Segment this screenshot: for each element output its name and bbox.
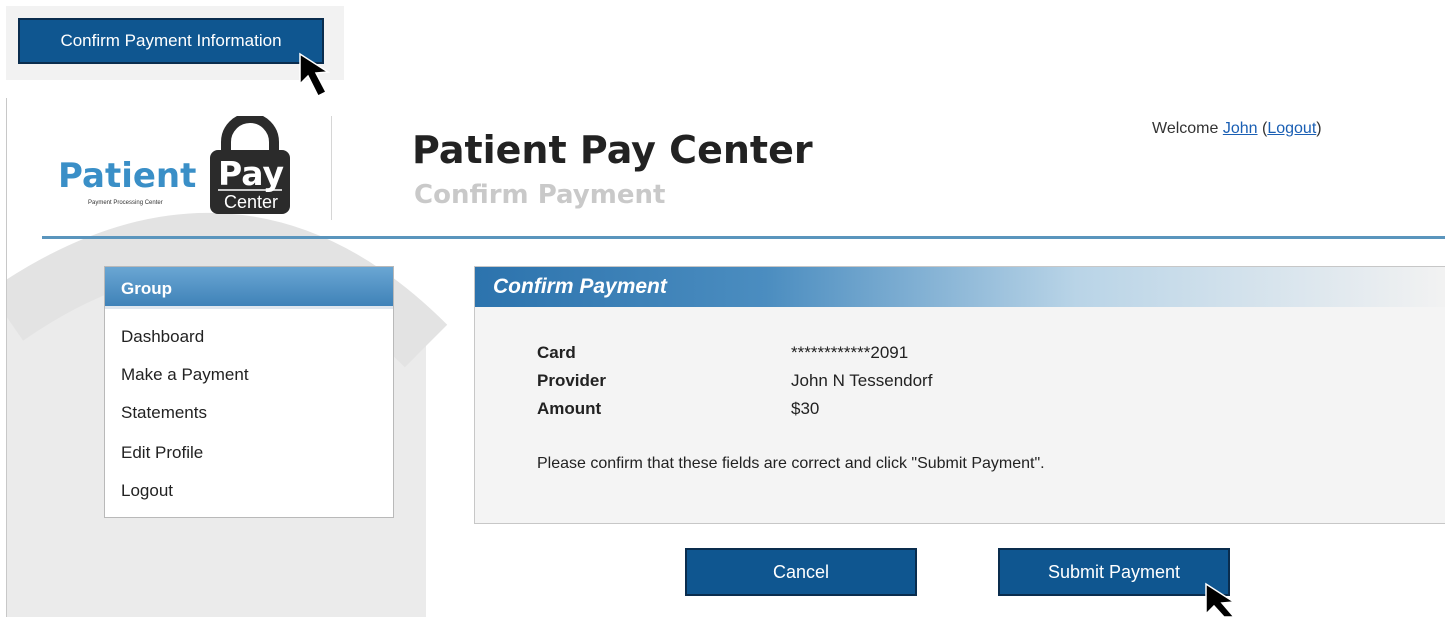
patient-pay-center-logo: Patient Payment Processing Center Pay Ce… [58,116,298,214]
logo-badge-bottom: Center [223,192,279,212]
logo-word: Patient [58,156,197,196]
cursor-arrow-icon [1204,582,1244,617]
sidebar-item-logout[interactable]: Logout [121,481,173,501]
amount-value: $30 [791,399,820,418]
sidebar-item-statements[interactable]: Statements [121,403,207,423]
submit-payment-button[interactable]: Submit Payment [998,548,1230,596]
page-title: Patient Pay Center [412,128,813,172]
card-label: Card [537,343,576,362]
amount-label: Amount [537,399,602,418]
welcome-prefix: Welcome [1152,120,1223,137]
logo-badge-top: Pay [217,154,285,193]
confirm-payment-information-button[interactable]: Confirm Payment Information [18,18,324,64]
sidebar-menu: Group Dashboard Make a Payment Statement… [104,266,394,518]
sidebar-item-edit-profile[interactable]: Edit Profile [121,443,203,463]
header-divider [42,236,1445,239]
confirmation-note: Please confirm that these fields are cor… [537,455,1045,472]
logo-tagline: Payment Processing Center [88,200,163,206]
sidebar-heading: Group [105,267,393,309]
page-subtitle: Confirm Payment [414,180,666,210]
cancel-button[interactable]: Cancel [685,548,917,596]
welcome-message: Welcome John (Logout) [1152,120,1322,137]
provider-value: John N Tessendorf [791,371,933,390]
provider-label: Provider [537,371,606,390]
sidebar-item-dashboard[interactable]: Dashboard [121,327,204,347]
left-border-rule [6,98,7,617]
sidebar-item-make-a-payment[interactable]: Make a Payment [121,365,249,385]
card-value: ************2091 [791,343,909,362]
cursor-arrow-icon [298,52,338,98]
confirm-payment-panel: Confirm Payment Card ************2091 Pr… [474,266,1445,524]
user-name-link[interactable]: John [1223,120,1258,137]
logout-link[interactable]: Logout [1267,120,1316,137]
panel-heading: Confirm Payment [475,267,1445,307]
logo-divider [331,116,332,220]
